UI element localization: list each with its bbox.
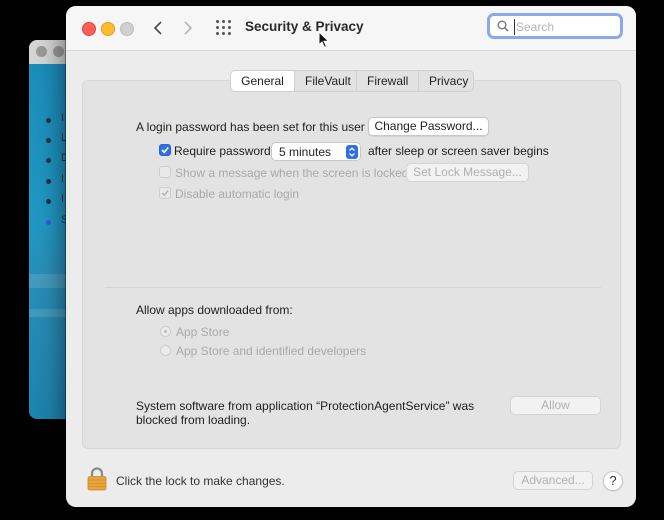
disable-auto-login-label: Disable automatic login xyxy=(175,187,300,201)
window-title: Security & Privacy xyxy=(245,19,364,34)
checkmark-icon xyxy=(161,146,169,154)
app-store-identified-label: App Store and identified developers xyxy=(176,344,367,358)
background-list-item[interactable]: I xyxy=(61,173,64,185)
set-lock-message-button[interactable]: Set Lock Message... xyxy=(406,163,529,182)
blocked-software-text-line2: blocked from loading. xyxy=(136,413,251,427)
background-list-bullet xyxy=(46,138,51,143)
require-password-label: Require password xyxy=(174,144,271,158)
allow-button[interactable]: Allow xyxy=(510,396,601,415)
require-password-suffix: after sleep or screen saver begins xyxy=(368,144,549,158)
checkmark-icon xyxy=(161,190,169,197)
app-store-radio[interactable] xyxy=(160,326,171,337)
help-button[interactable]: ? xyxy=(603,471,623,491)
security-privacy-window: Security & Privacy A login password has … xyxy=(66,6,636,507)
tab-firewall[interactable]: Firewall xyxy=(357,71,419,91)
background-list-bullet xyxy=(46,118,51,123)
grid-icon[interactable] xyxy=(216,20,232,36)
chevron-left-icon xyxy=(153,21,162,35)
require-password-delay-value: 5 minutes xyxy=(279,145,332,159)
change-password-button[interactable]: Change Password... xyxy=(368,117,489,136)
close-button[interactable] xyxy=(82,22,96,36)
lock-text: Click the lock to make changes. xyxy=(116,474,285,488)
back-button[interactable] xyxy=(148,17,168,39)
section-divider xyxy=(105,287,601,288)
require-password-checkbox[interactable] xyxy=(159,144,171,156)
lock-icon[interactable] xyxy=(87,466,107,491)
tab-filevault[interactable]: FileVault xyxy=(295,71,357,91)
show-message-label: Show a message when the screen is locked xyxy=(175,166,409,180)
blocked-software-text-line1: System software from application “Protec… xyxy=(136,399,475,413)
minimize-button[interactable] xyxy=(101,22,115,36)
background-list-bullet-selected xyxy=(46,220,51,225)
app-store-identified-radio[interactable] xyxy=(160,345,171,356)
show-message-checkbox[interactable] xyxy=(159,166,171,178)
titlebar: Security & Privacy xyxy=(66,6,636,51)
background-list-bullet xyxy=(46,179,51,184)
background-minimize-button[interactable] xyxy=(53,46,64,57)
background-list-item[interactable]: I xyxy=(61,112,64,124)
search-field[interactable] xyxy=(487,13,623,39)
general-panel: A login password has been set for this u… xyxy=(82,80,621,449)
tab-privacy[interactable]: Privacy xyxy=(419,71,473,91)
tab-general[interactable]: General xyxy=(231,71,295,91)
select-arrows-icon xyxy=(346,145,358,159)
disable-auto-login-checkbox[interactable] xyxy=(159,187,171,199)
login-password-text: A login password has been set for this u… xyxy=(136,120,365,134)
tab-bar: General FileVault Firewall Privacy xyxy=(230,70,474,92)
zoom-button[interactable] xyxy=(120,22,134,36)
mouse-pointer-icon xyxy=(318,31,330,49)
background-list-bullet xyxy=(46,199,51,204)
advanced-button[interactable]: Advanced... xyxy=(513,471,593,490)
allow-apps-heading: Allow apps downloaded from: xyxy=(136,303,293,317)
search-input[interactable] xyxy=(514,19,616,35)
background-list-item[interactable]: I xyxy=(61,193,64,205)
background-close-button[interactable] xyxy=(36,46,47,57)
require-password-delay-select[interactable]: 5 minutes xyxy=(271,142,361,161)
background-list-bullet xyxy=(46,158,51,163)
app-store-label: App Store xyxy=(176,325,230,339)
chevron-right-icon xyxy=(184,21,193,35)
forward-button[interactable] xyxy=(178,17,198,39)
search-icon xyxy=(497,20,509,32)
